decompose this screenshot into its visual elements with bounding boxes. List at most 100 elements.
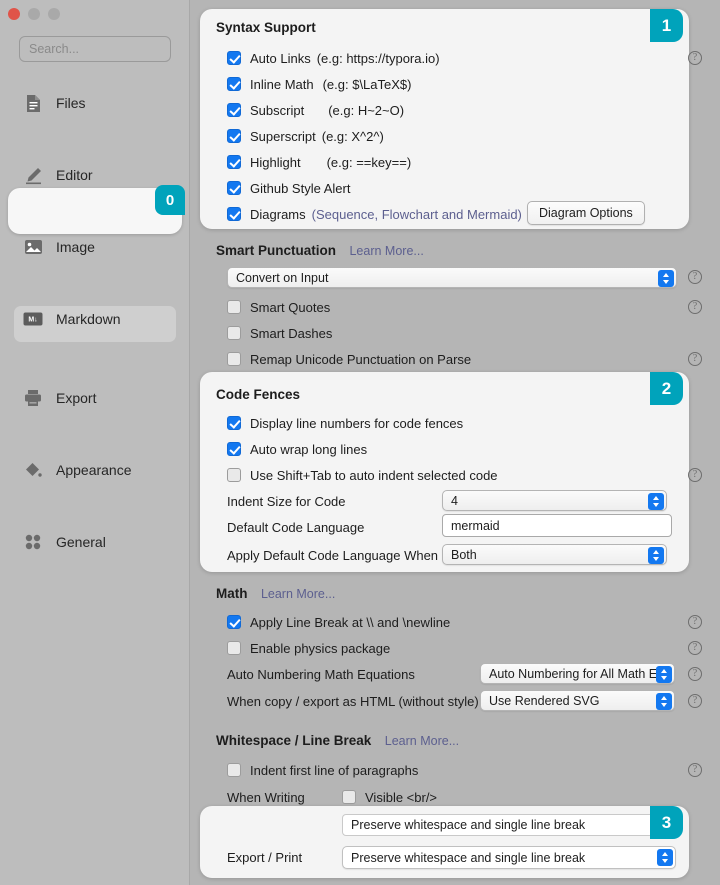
help-icon-smart-punctuation[interactable]: ? [688, 270, 702, 284]
sidebar-item-image[interactable]: Image [0, 229, 190, 265]
help-icon-enable-physics[interactable]: ? [688, 641, 702, 655]
label-text: Inline Math [250, 76, 314, 92]
label-enable-physics: Enable physics package [250, 640, 391, 656]
smart-punctuation-mode-select[interactable]: Convert on Input [227, 267, 677, 288]
indent-size-select[interactable]: 4 [442, 490, 667, 511]
checkbox-row-diagrams[interactable]: Diagrams (Sequence, Flowchart and Mermaid… [227, 203, 522, 225]
chevron-updown-icon [656, 692, 672, 710]
checkbox-row-highlight[interactable]: Highlight (e.g: ==key==) [227, 151, 411, 173]
checkbox-row-superscript[interactable]: Superscript (e.g: X^2^) [227, 125, 384, 147]
diagram-options-button[interactable]: Diagram Options [527, 201, 645, 225]
select-value: Auto Numbering for All Math Equ [489, 666, 672, 681]
sidebar-item-general[interactable]: General [0, 524, 190, 560]
checkbox-github-style-alert[interactable] [227, 181, 241, 195]
example-text: (e.g: $\LaTeX$) [322, 76, 412, 92]
help-icon-copy-export-html[interactable]: ? [688, 694, 702, 708]
help-icon-syntax-support[interactable]: ? [688, 51, 702, 65]
learn-more-math[interactable]: Learn More... [261, 587, 335, 601]
sidebar-item-appearance[interactable]: Appearance [0, 452, 190, 488]
checkbox-row-smart-quotes[interactable]: Smart Quotes [227, 296, 330, 318]
checkbox-row-auto-links[interactable]: Auto Links (e.g: https://typora.io) [227, 47, 440, 69]
checkbox-enable-physics[interactable] [227, 641, 241, 655]
checkbox-row-subscript[interactable]: Subscript (e.g: H~2~O) [227, 99, 404, 121]
sidebar-item-files[interactable]: Files [0, 85, 190, 121]
badge-syntax-support: 1 [650, 9, 683, 42]
maximize-window-button[interactable] [48, 8, 60, 20]
label-remap-unicode: Remap Unicode Punctuation on Parse [250, 351, 472, 367]
label-superscript: Superscript (e.g: X^2^) [250, 129, 384, 144]
checkbox-row-smart-dashes[interactable]: Smart Dashes [227, 322, 332, 344]
help-icon-indent-first-line[interactable]: ? [688, 763, 702, 777]
help-icon-auto-numbering[interactable]: ? [688, 667, 702, 681]
checkbox-superscript[interactable] [227, 129, 241, 143]
help-icon-smart-quotes[interactable]: ? [688, 300, 702, 314]
checkbox-row-inline-math[interactable]: Inline Math (e.g: $\LaTeX$) [227, 73, 411, 95]
checkbox-display-line-numbers[interactable] [227, 416, 241, 430]
label-inline-math: Inline Math (e.g: $\LaTeX$) [250, 77, 411, 92]
apply-default-language-when-select[interactable]: Both [442, 544, 667, 565]
checkbox-row-apply-line-break[interactable]: Apply Line Break at \\ and \newline [227, 611, 450, 633]
when-writing-linebreak-select[interactable]: Preserve whitespace and single line brea… [342, 814, 676, 836]
label-text: Auto Links [250, 50, 311, 66]
close-window-button[interactable] [8, 8, 20, 20]
learn-more-whitespace[interactable]: Learn More... [385, 734, 459, 748]
checkbox-visible-br[interactable] [342, 790, 356, 804]
whitespace-title: Whitespace / Line Break [216, 733, 372, 748]
checkbox-apply-line-break[interactable] [227, 615, 241, 629]
checkbox-row-display-line-numbers[interactable]: Display line numbers for code fences [227, 412, 463, 434]
label-github-style-alert: Github Style Alert [250, 180, 351, 196]
label-text: Superscript [250, 128, 316, 144]
checkbox-row-remap-unicode[interactable]: Remap Unicode Punctuation on Parse [227, 348, 471, 370]
chevron-updown-icon [657, 848, 673, 866]
window-traffic-lights [8, 8, 60, 20]
checkbox-row-enable-physics[interactable]: Enable physics package [227, 637, 390, 659]
checkbox-diagrams[interactable] [227, 207, 241, 221]
learn-more-smart-punctuation[interactable]: Learn More... [349, 244, 423, 258]
label-subscript: Subscript (e.g: H~2~O) [250, 103, 404, 118]
sidebar-item-label: Markdown [56, 311, 121, 327]
checkbox-row-visible-br[interactable]: Visible <br/> [342, 786, 437, 808]
checkbox-shift-tab-indent[interactable] [227, 468, 241, 482]
checkbox-inline-math[interactable] [227, 77, 241, 91]
label-text: Subscript [250, 102, 305, 118]
search-input[interactable] [19, 36, 171, 62]
checkbox-row-shift-tab-indent[interactable]: Use Shift+Tab to auto indent selected co… [227, 464, 498, 486]
sidebar-item-export[interactable]: Export [0, 380, 190, 416]
help-icon-shift-tab-indent[interactable]: ? [688, 468, 702, 482]
minimize-window-button[interactable] [28, 8, 40, 20]
checkbox-indent-first-line[interactable] [227, 763, 241, 777]
checkbox-row-indent-first-line[interactable]: Indent first line of paragraphs [227, 759, 418, 781]
sidebar-item-label: Appearance [56, 462, 132, 478]
checkbox-remap-unicode[interactable] [227, 352, 241, 366]
label-auto-links: Auto Links (e.g: https://typora.io) [250, 51, 440, 66]
math-title: Math [216, 586, 248, 601]
paint-bucket-icon [23, 460, 43, 480]
checkbox-row-auto-wrap[interactable]: Auto wrap long lines [227, 438, 367, 460]
label-shift-tab-indent: Use Shift+Tab to auto indent selected co… [250, 467, 498, 483]
checkbox-subscript[interactable] [227, 103, 241, 117]
default-code-language-input[interactable]: mermaid [442, 514, 672, 537]
image-icon [23, 237, 43, 257]
checkbox-smart-quotes[interactable] [227, 300, 241, 314]
help-icon-apply-line-break[interactable]: ? [688, 615, 702, 629]
label-indent-first-line: Indent first line of paragraphs [250, 762, 419, 778]
checkbox-auto-wrap[interactable] [227, 442, 241, 456]
markdown-icon: M↓ [23, 309, 43, 329]
checkbox-smart-dashes[interactable] [227, 326, 241, 340]
checkbox-highlight[interactable] [227, 155, 241, 169]
label-diagrams: Diagrams (Sequence, Flowchart and Mermaid… [250, 207, 522, 222]
code-fences-title: Code Fences [216, 387, 301, 402]
help-icon-remap-unicode[interactable]: ? [688, 352, 702, 366]
label-display-line-numbers: Display line numbers for code fences [250, 415, 464, 431]
auto-numbering-select[interactable]: Auto Numbering for All Math Equ [480, 663, 675, 684]
export-print-linebreak-select[interactable]: Preserve whitespace and single line brea… [342, 846, 676, 869]
badge-code-fences: 2 [650, 372, 683, 405]
checkbox-auto-links[interactable] [227, 51, 241, 65]
sidebar-item-markdown[interactable]: M↓ Markdown [0, 301, 190, 342]
label-smart-dashes: Smart Dashes [250, 325, 333, 341]
diagrams-link-text[interactable]: (Sequence, Flowchart and Mermaid) [312, 207, 522, 222]
copy-export-html-select[interactable]: Use Rendered SVG [480, 690, 675, 711]
search-field-wrapper [19, 36, 171, 62]
badge-markdown: 0 [155, 185, 185, 215]
checkbox-row-github-style-alert[interactable]: Github Style Alert [227, 177, 350, 199]
